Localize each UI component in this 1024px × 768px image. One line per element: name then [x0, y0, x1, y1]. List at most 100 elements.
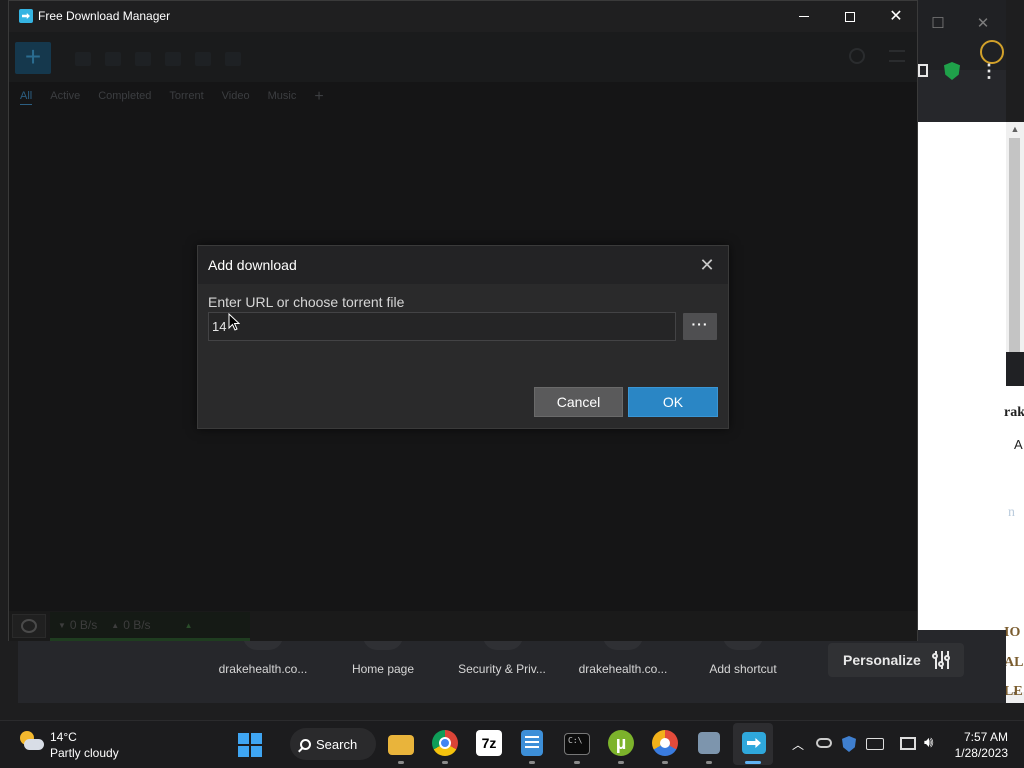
maximize-button[interactable] [827, 1, 873, 32]
toolbar-icon[interactable] [135, 52, 151, 66]
tab-video[interactable]: Video [222, 90, 250, 104]
shortcut-drakehealth-2[interactable]: drakehealth.co... [563, 662, 683, 676]
taskbar-clock[interactable]: 7:57 AM 1/28/2023 [950, 729, 1008, 761]
browser-maximize-button[interactable]: ☐ [928, 14, 948, 34]
network-monitor-icon[interactable] [900, 737, 916, 750]
network-app-icon[interactable] [698, 732, 720, 754]
taskbar-indicator [662, 761, 668, 764]
minimize-icon [799, 16, 809, 17]
shortcut-drakehealth-1[interactable]: drakehealth.co... [203, 662, 323, 676]
download-speed: ▼ 0 B/s [58, 618, 97, 632]
toolbar-icon[interactable] [165, 52, 181, 66]
toolbar-icon[interactable] [225, 52, 241, 66]
taskbar-indicator [529, 761, 535, 764]
toolbar-icon[interactable] [105, 52, 121, 66]
tab-completed[interactable]: Completed [98, 90, 151, 104]
url-field-label: Enter URL or choose torrent file [208, 294, 405, 310]
upload-speed: ▲ 0 B/s [111, 618, 150, 632]
page-fragment: IO [1004, 625, 1021, 640]
taskbar-indicator [618, 761, 624, 764]
page-fragment: n [1008, 505, 1015, 520]
browser-close-button[interactable]: ✕ [973, 14, 993, 34]
keyboard-icon[interactable] [866, 738, 884, 750]
taskbar-indicator [442, 761, 448, 764]
toolbar-icon[interactable] [75, 52, 91, 66]
mouse-cursor-icon [228, 313, 240, 331]
chevron-up-icon[interactable]: ▲ [185, 621, 193, 630]
minimize-button[interactable] [781, 1, 827, 32]
shortcut-security-privacy[interactable]: Security & Priv... [442, 662, 562, 676]
start-button[interactable] [238, 733, 262, 757]
browser-app-icon[interactable] [652, 730, 678, 756]
filter-tabs: All Active Completed Torrent Video Music… [9, 82, 917, 112]
status-bar: ▼ 0 B/s ▲ 0 B/s ▲ [9, 611, 917, 641]
fdm-titlebar: Free Download Manager ✕ [9, 1, 917, 32]
volume-icon[interactable]: 🔊︎ [924, 734, 933, 751]
close-icon: ✕ [889, 7, 903, 25]
sidepanel-icon[interactable] [918, 64, 928, 77]
tab-music[interactable]: Music [268, 90, 297, 104]
fdm-toolbar: + [9, 32, 917, 82]
page-fragment: rak [1004, 405, 1024, 420]
cancel-button[interactable]: Cancel [534, 387, 623, 417]
dialog-title: Add download [208, 257, 297, 273]
partly-cloudy-icon [18, 729, 44, 755]
snail-mode-button[interactable] [12, 614, 46, 638]
page-fragment: LE [1004, 684, 1023, 699]
url-input[interactable] [208, 312, 676, 341]
speed-indicator[interactable]: ▼ 0 B/s ▲ 0 B/s ▲ [50, 612, 250, 641]
ok-button[interactable]: OK [628, 387, 718, 417]
tab-torrent[interactable]: Torrent [169, 90, 203, 104]
add-tab-icon[interactable]: + [314, 89, 323, 105]
browser-page [918, 122, 1006, 703]
clock-time: 7:57 AM [963, 730, 1008, 744]
download-speed-value: 0 B/s [69, 618, 98, 632]
browse-torrent-button[interactable]: ··· [683, 313, 717, 340]
page-fragment: A [1014, 437, 1023, 452]
dialog-header: Add download ✕ [198, 246, 728, 284]
fdm-taskbar-icon[interactable] [742, 732, 766, 754]
file-explorer-icon[interactable] [388, 735, 414, 755]
utorrent-icon[interactable]: µ [608, 730, 634, 756]
taskbar-search[interactable]: Search [290, 728, 376, 760]
scroll-up-icon[interactable]: ▲ [1010, 124, 1020, 134]
tab-active[interactable]: Active [50, 90, 80, 104]
browser-menu-icon[interactable]: ⋮ [980, 62, 998, 80]
add-download-dialog: Add download ✕ Enter URL or choose torre… [197, 245, 729, 429]
hamburger-menu-icon[interactable] [889, 50, 905, 62]
dialog-close-icon[interactable]: ✕ [696, 254, 718, 276]
sliders-icon [931, 651, 951, 669]
page-edge-header [1006, 352, 1024, 386]
taskbar-indicator [706, 761, 712, 764]
search-icon [300, 738, 311, 750]
close-window-button[interactable]: ✕ [873, 1, 919, 32]
search-label: Search [316, 736, 358, 752]
fdm-app-icon [19, 9, 33, 23]
search-icon[interactable] [849, 48, 865, 64]
7zip-icon[interactable]: 7z [476, 730, 502, 756]
weather-desc: Partly cloudy [50, 746, 119, 760]
page-edge [1006, 352, 1024, 692]
personalize-button[interactable]: Personalize [828, 643, 964, 677]
notepad-icon[interactable] [521, 730, 543, 756]
clock-date: 1/28/2023 [954, 746, 1008, 760]
shortcut-home-page[interactable]: Home page [323, 662, 443, 676]
tab-all[interactable]: All [20, 90, 33, 105]
weather-temp: 14°C [50, 730, 77, 744]
add-download-button[interactable]: + [15, 42, 51, 74]
toolbar-icon[interactable] [195, 52, 211, 66]
maximize-icon [845, 11, 855, 22]
personalize-label: Personalize [843, 652, 921, 668]
arrow-down-icon: ▼ [58, 620, 66, 630]
terminal-icon[interactable]: C:\ [564, 733, 590, 755]
onedrive-icon[interactable] [816, 738, 832, 748]
chevron-up-tray-icon[interactable]: ︿ [792, 736, 804, 753]
chrome-icon[interactable] [432, 730, 458, 756]
arrow-up-icon: ▲ [111, 620, 120, 630]
snail-icon [21, 619, 37, 633]
taskbar-indicator [574, 761, 580, 764]
add-shortcut[interactable]: Add shortcut [683, 662, 803, 676]
taskbar-indicator-active [745, 761, 761, 764]
page-fragment: AL [1004, 655, 1024, 670]
weather-widget[interactable]: 14°C Partly cloudy [18, 729, 119, 761]
